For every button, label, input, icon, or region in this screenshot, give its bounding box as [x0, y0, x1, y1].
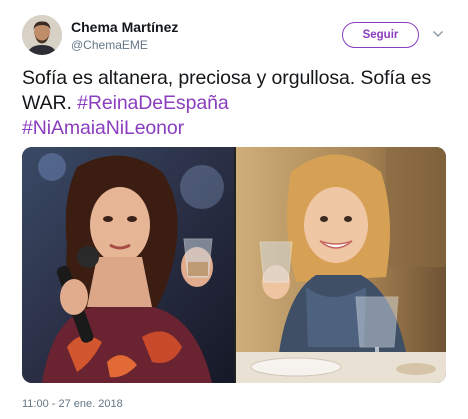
chevron-down-icon[interactable] [432, 29, 444, 39]
hashtag-reina-de-espana[interactable]: #ReinaDeEspaña [77, 92, 229, 114]
photo-right[interactable] [236, 147, 446, 383]
tweet-timestamp[interactable]: 11:00 - 27 ene. 2018 [22, 398, 123, 410]
author-display-name[interactable]: Chema Martínez [71, 19, 178, 36]
photo-left[interactable] [22, 147, 234, 383]
avatar[interactable] [22, 15, 62, 55]
follow-button[interactable]: Seguir [342, 22, 419, 48]
tweet-header: Chema Martínez @ChemaEME Seguir [22, 15, 452, 59]
author-handle[interactable]: @ChemaEME [71, 37, 178, 53]
hashtag-ni-amaia-ni-leonor[interactable]: #NiAmaiaNiLeonor [22, 117, 184, 139]
tweet-media [22, 147, 446, 383]
author-info[interactable]: Chema Martínez @ChemaEME [71, 19, 178, 53]
tweet-text: Sofía es altanera, preciosa y orgullosa.… [22, 66, 452, 141]
